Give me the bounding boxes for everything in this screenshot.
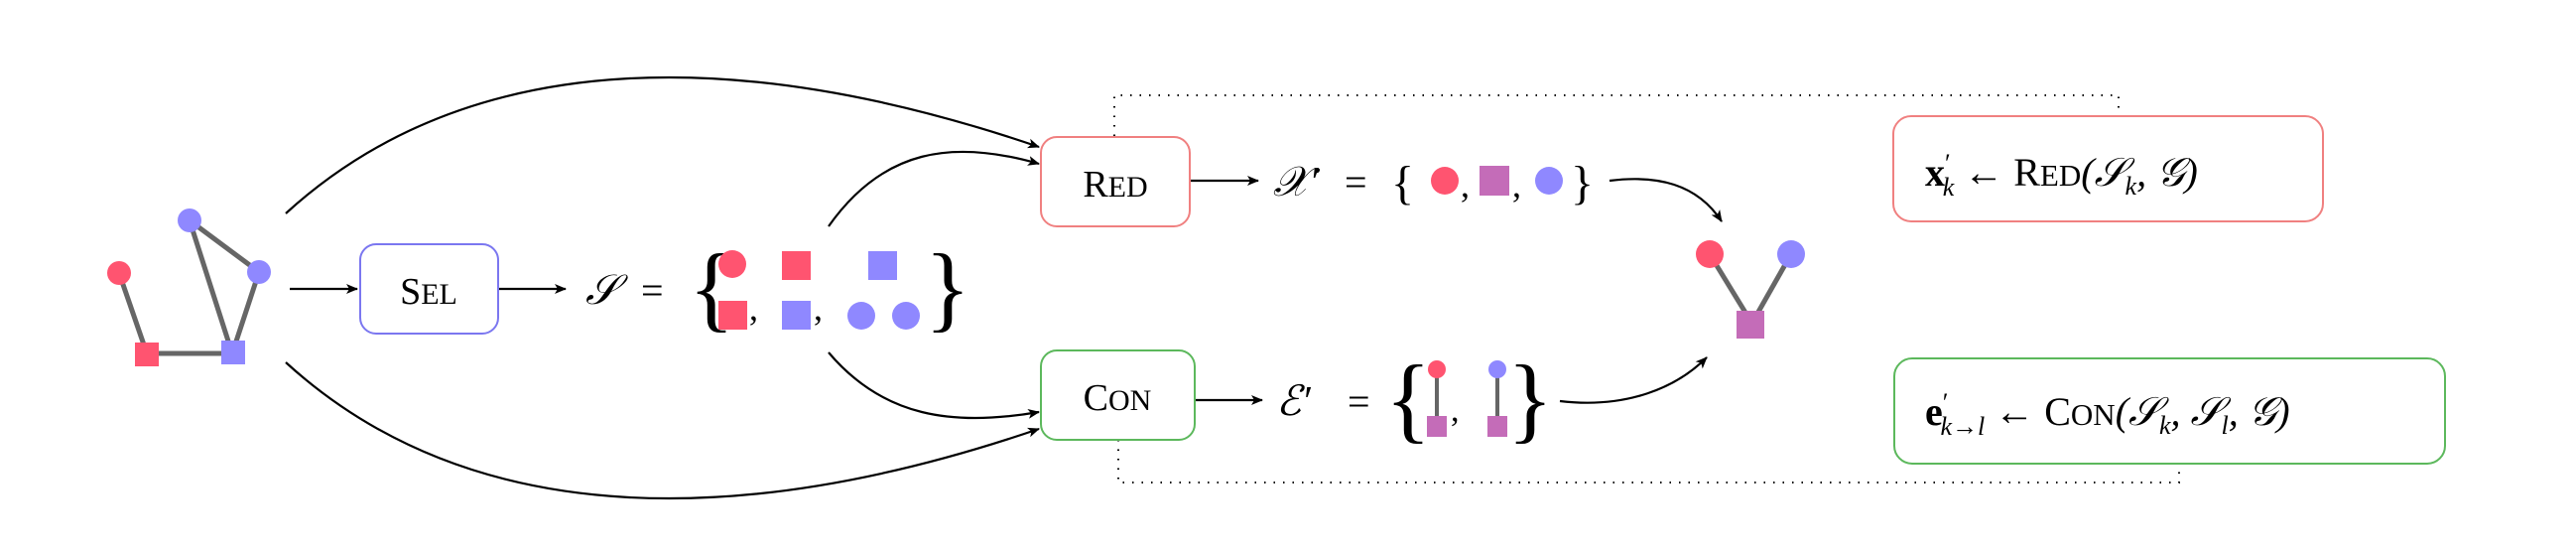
arrow-x-to-output	[1609, 178, 1723, 222]
sel-set3-blue-circle	[847, 302, 875, 330]
con-label: CON	[1084, 377, 1152, 419]
connection-lhs: ℰ′	[1276, 379, 1311, 425]
arrow-graph-to-con	[285, 361, 1040, 500]
sel-comma: ,	[814, 288, 823, 328]
arrow-set-to-con	[828, 351, 1040, 420]
reduced-edge-merged-end	[1427, 416, 1447, 437]
selection-close-brace: }	[925, 234, 970, 341]
con-operator[interactable]: CON	[1040, 349, 1196, 441]
node-red-circle	[1696, 240, 1724, 268]
red-label: RED	[1083, 164, 1147, 206]
sel-set2-red-square	[782, 251, 811, 280]
arrow-e-to-output	[1559, 356, 1708, 404]
node-blue-square	[221, 341, 245, 364]
reduction-eq: =	[1345, 160, 1367, 205]
sel-label: SEL	[400, 271, 457, 313]
red-operator[interactable]: RED	[1040, 136, 1191, 227]
reduction-expression: 𝒳′ = { , , }	[1273, 157, 1594, 209]
sel-comma: ,	[749, 288, 758, 328]
arrow-set-to-red	[828, 150, 1040, 227]
sel-operator[interactable]: SEL	[359, 243, 499, 335]
pipeline-diagram: SEL 𝒮 = { , , } RED 𝒳′ = { , ,} CON ℰ′ …	[107, 75, 2446, 500]
connection-open-brace: {	[1385, 345, 1431, 452]
reduction-lhs: 𝒳′	[1273, 160, 1321, 206]
sel-set1-red-square	[718, 301, 747, 330]
reduced-merged-square	[1480, 166, 1509, 196]
connection-close-brace: }	[1507, 345, 1553, 452]
reduction-open-brace: {	[1391, 157, 1414, 209]
node-red-square	[135, 343, 159, 366]
reduction-comma: ,	[1461, 165, 1470, 205]
red-formula: x′ k ← RED(𝒮k, 𝒢)	[1892, 115, 2324, 222]
edge	[187, 219, 235, 354]
input-graph	[107, 208, 271, 366]
con-formula: e′ k→l ← CON(𝒮k, 𝒮l, 𝒢)	[1893, 357, 2446, 465]
selection-lhs: 𝒮	[585, 268, 628, 314]
reduced-edge-red-end	[1428, 360, 1446, 378]
node-blue-circle	[178, 208, 201, 232]
connection-eq: =	[1348, 379, 1370, 424]
sel-set3-blue-circle	[892, 302, 920, 330]
selection-eq: =	[641, 268, 664, 313]
reduced-blue-circle	[1535, 167, 1563, 195]
sel-set1-red-circle	[718, 250, 746, 278]
connection-expression: ℰ′ = { , }	[1276, 345, 1553, 452]
reduction-close-brace: }	[1571, 157, 1594, 209]
reduction-comma: ,	[1512, 165, 1521, 205]
reduced-edge-merged-end	[1487, 416, 1507, 437]
arrow-graph-to-red	[285, 75, 1040, 214]
node-blue-circle	[247, 260, 271, 284]
sel-set3-blue-square	[868, 251, 897, 280]
reduced-red-circle	[1431, 167, 1459, 195]
connection-comma: ,	[1451, 392, 1460, 429]
node-merged-square	[1737, 311, 1764, 339]
edge	[116, 272, 150, 354]
sel-set2-blue-square	[782, 301, 811, 330]
node-blue-circle	[1777, 240, 1805, 268]
node-red-circle	[107, 261, 131, 285]
selection-expression: 𝒮 = { , , }	[585, 234, 970, 341]
reduced-edge-blue-end	[1488, 360, 1506, 378]
output-graph	[1696, 240, 1805, 339]
